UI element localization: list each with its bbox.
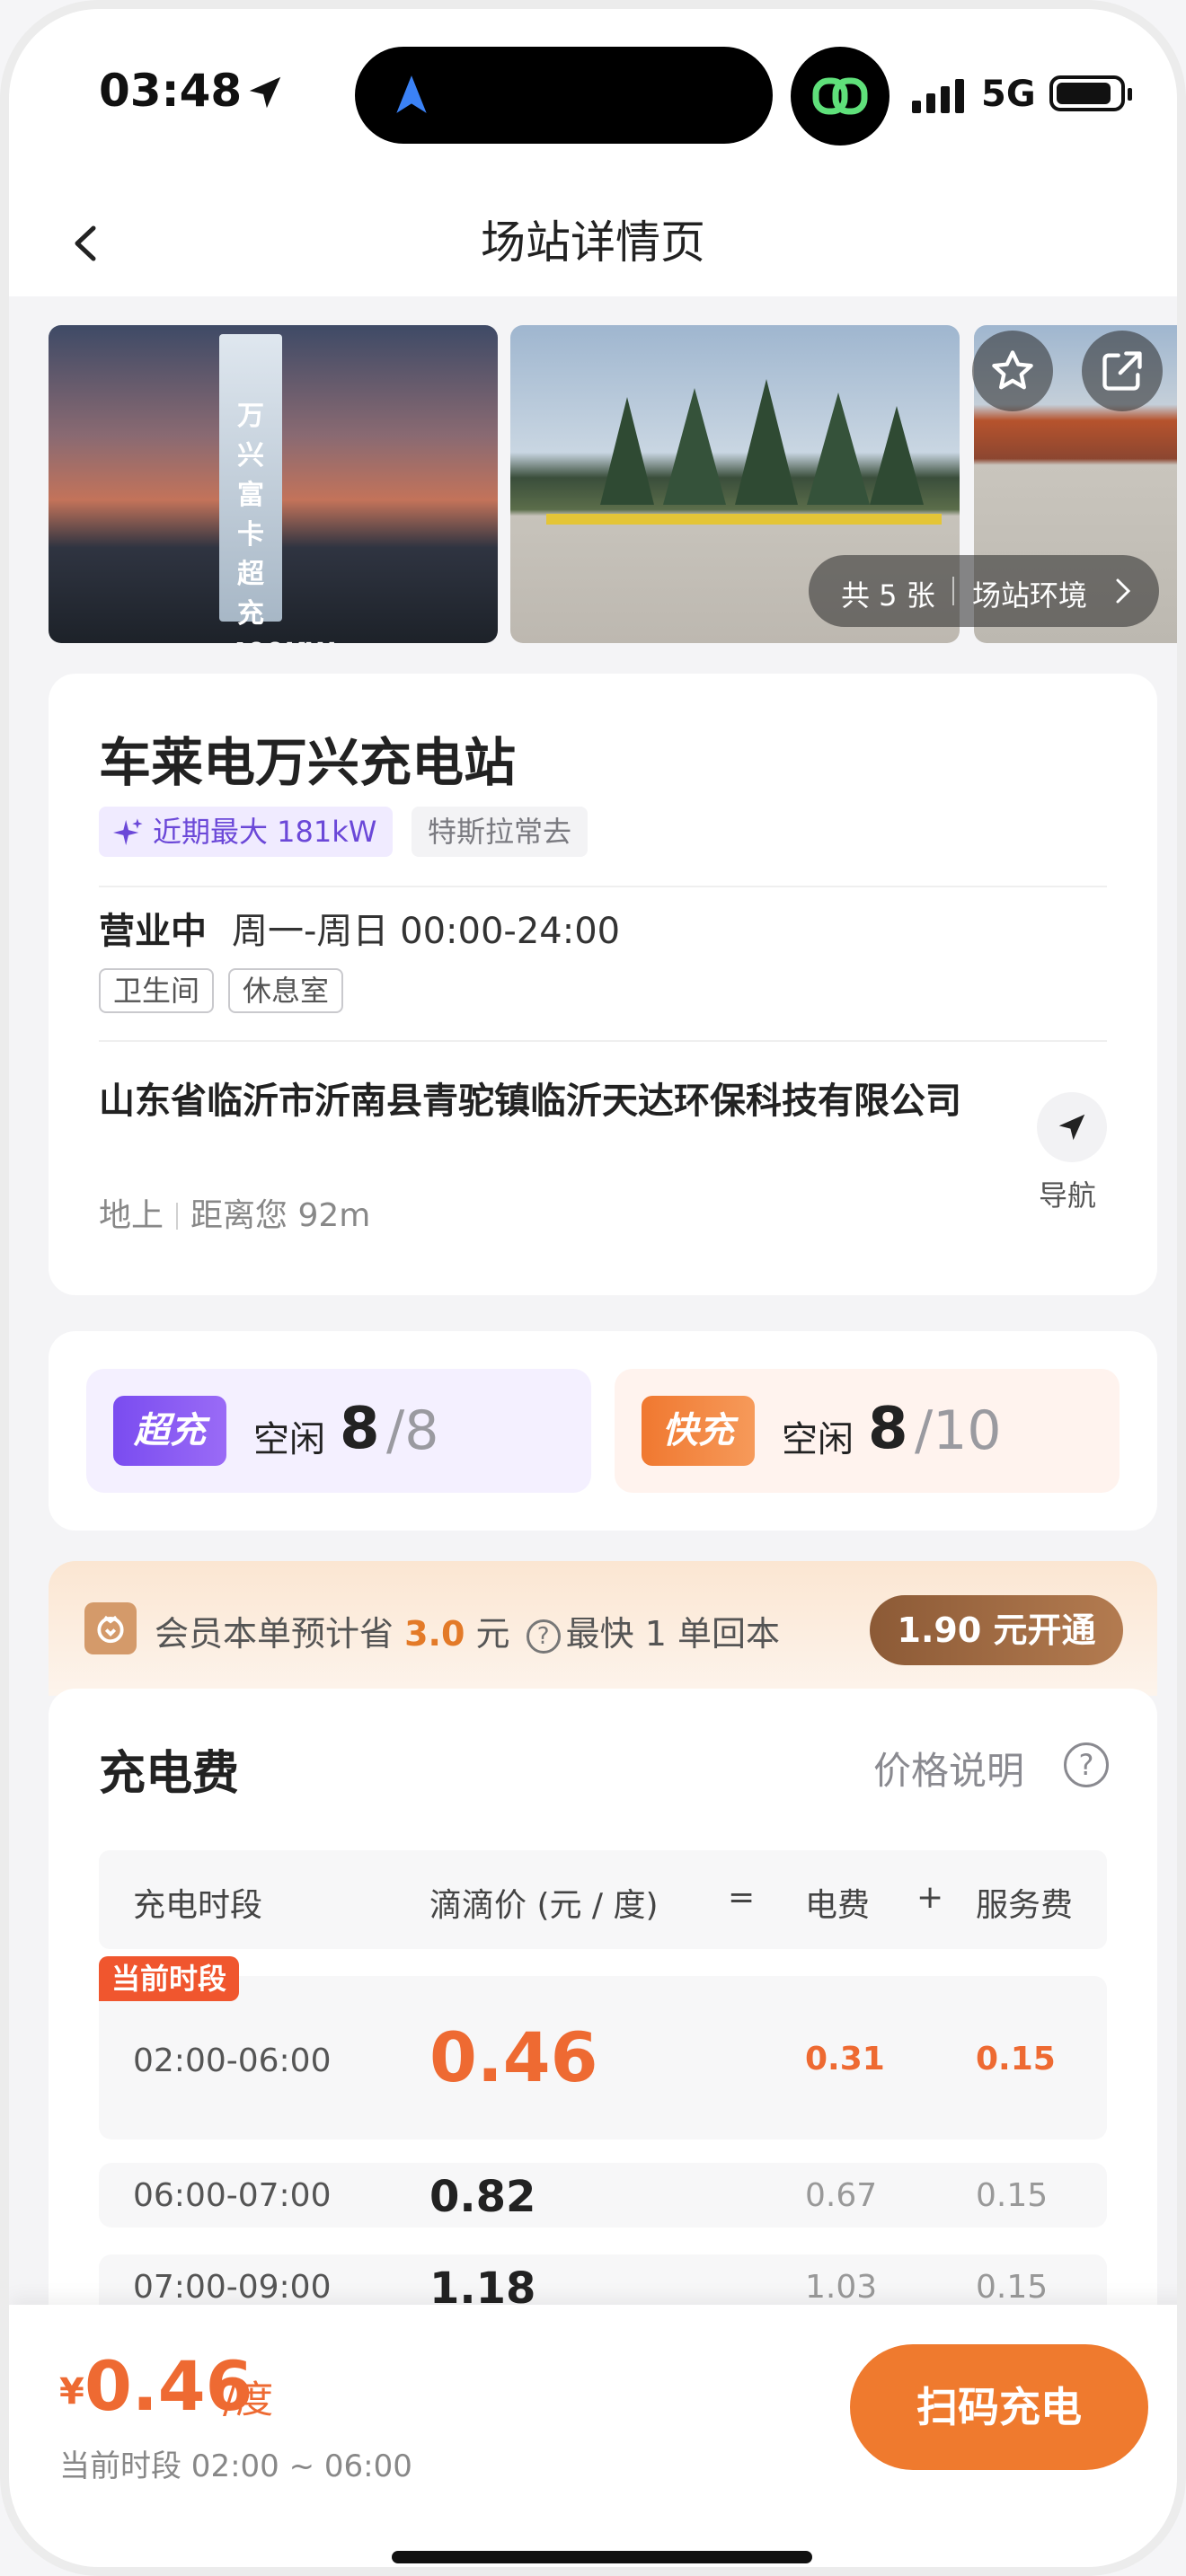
address-meta: 地上 距离您 92m: [99, 1189, 370, 1236]
signal-icon: [912, 79, 964, 113]
fast-idle-count: 8: [868, 1396, 908, 1462]
member-savings-amount: 3.0: [404, 1614, 465, 1654]
row-service-fee: 0.15: [976, 2041, 1056, 2078]
share-icon: [1102, 351, 1142, 391]
idle-label: 空闲: [782, 1419, 854, 1460]
price-note-link[interactable]: 价格说明: [873, 1741, 1024, 1795]
row-total-price: 0.46: [429, 2017, 598, 2097]
location-arrow-icon: [249, 76, 281, 109]
station-photo-sign[interactable]: 万兴 富卡超充 400KW: [49, 325, 498, 643]
charger-availability-card: 超充 空闲 8 /8 快充 空闲 8 /10: [49, 1331, 1157, 1531]
sparkle-icon: [113, 818, 143, 846]
super-charge-badge: 超充: [113, 1396, 226, 1466]
member-activate-button[interactable]: 1.90 元开通: [870, 1595, 1123, 1665]
header-service: 服务费: [976, 1887, 1074, 1924]
header-period: 充电时段: [133, 1887, 263, 1924]
member-payback: 最快 1 单回本: [565, 1614, 780, 1654]
parking-line: [546, 514, 942, 525]
member-text-prefix: 会员本单预计省: [155, 1614, 394, 1654]
fee-title: 充电费: [99, 1747, 240, 1801]
fast-charger-box[interactable]: 快充 空闲 8 /10: [615, 1369, 1120, 1493]
open-status: 营业中: [99, 911, 207, 952]
max-power-tag: 近期最大 181kW: [99, 807, 394, 857]
meta-divider: [176, 1203, 179, 1230]
help-icon[interactable]: ?: [1064, 1742, 1109, 1787]
status-time: 03:48: [99, 65, 243, 117]
divider: [99, 886, 1107, 887]
fast-total-count: /10: [915, 1399, 1002, 1462]
divider: [99, 1040, 1107, 1042]
network-type: 5G: [981, 74, 1036, 115]
row-service-fee: 0.15: [976, 2269, 1049, 2306]
row-total-price: 0.82: [429, 2172, 536, 2222]
bottom-action-bar: ¥ 0.46 /度 当前时段 02:00 ~ 06:00 扫码充电: [9, 2305, 1177, 2567]
price-unit: /度: [223, 2378, 274, 2422]
header-total: 滴滴价 (元 / 度): [429, 1887, 659, 1924]
trees-graphic: [600, 379, 924, 505]
facility-tag-lounge: 休息室: [228, 968, 344, 1013]
idle-label: 空闲: [253, 1419, 325, 1460]
row-electricity-fee: 0.67: [805, 2177, 878, 2214]
row-period: 06:00-07:00: [133, 2177, 332, 2214]
sign-text: 万兴 富卡超充 400KW: [228, 401, 335, 643]
member-banner: 会员本单预计省 3.0 元 ? 最快 1 单回本 1.90 元开通: [49, 1561, 1157, 1696]
current-period-label: 当前时段 02:00 ~ 06:00: [59, 2448, 412, 2484]
navigate-button[interactable]: [1037, 1092, 1107, 1162]
max-power-label: 近期最大 181kW: [153, 815, 377, 849]
super-total-count: /8: [386, 1399, 439, 1462]
current-period-tag: 当前时段: [99, 1956, 240, 2001]
dynamic-island: [355, 47, 773, 144]
favorite-button[interactable]: [972, 331, 1053, 411]
row-electricity-fee: 0.31: [805, 2041, 885, 2078]
status-bar: 03:48 5G: [9, 9, 1177, 189]
phone-screen: 03:48 5G 场站详情页 万兴 富卡超充 共 5 张 场站环境 车莱电万兴充…: [0, 0, 1186, 2576]
gallery-info-pill[interactable]: 共 5 张 场站环境: [809, 555, 1159, 627]
member-savings-text: 会员本单预计省 3.0 元 ? 最快 1 单回本: [155, 1606, 780, 1655]
fee-table-header: 充电时段 滴滴价 (元 / 度) = 电费 + 服务费: [99, 1850, 1107, 1949]
live-activity-app-icon: [791, 47, 890, 146]
station-name: 车莱电万兴充电站: [99, 732, 517, 793]
navigation-bar: 场站详情页: [9, 189, 1177, 296]
business-hours: 周一-周日 00:00-24:00: [232, 911, 621, 952]
station-address: 山东省临沂市沂南县青驼镇临沂天达环保科技有限公司: [99, 1081, 961, 1122]
station-env-link: 场站环境: [972, 578, 1088, 613]
row-service-fee: 0.15: [976, 2177, 1049, 2214]
link-rings-icon: [812, 77, 868, 115]
photo-count: 共 5 张: [841, 578, 935, 613]
share-button[interactable]: [1082, 331, 1163, 411]
row-electricity-fee: 1.03: [805, 2269, 878, 2306]
member-bag-icon: [84, 1602, 137, 1654]
home-indicator[interactable]: [392, 2551, 812, 2563]
table-row: 当前时段 02:00-06:00 0.46 0.31 0.15: [99, 1956, 1107, 2139]
super-idle-count: 8: [340, 1396, 380, 1462]
navigate-label[interactable]: 导航: [1039, 1173, 1096, 1214]
table-row: 06:00-07:00 0.82 0.67 0.15: [99, 2163, 1107, 2228]
facility-tag-restroom: 卫生间: [99, 968, 215, 1013]
help-icon[interactable]: ?: [526, 1619, 561, 1654]
pill-divider: [952, 577, 954, 605]
charging-fee-card: 充电费 价格说明 ? 充电时段 滴滴价 (元 / 度) = 电费 + 服务费 当…: [49, 1689, 1157, 2319]
row-period: 07:00-09:00: [133, 2269, 332, 2306]
member-savings-unit: 元: [475, 1614, 510, 1654]
floor-label: 地上: [99, 1197, 164, 1234]
tesla-frequent-tag: 特斯拉常去: [412, 807, 589, 857]
scan-charge-button[interactable]: 扫码充电: [850, 2344, 1148, 2470]
distance-label: 距离您 92m: [190, 1197, 371, 1234]
navigation-arrow-icon: [1058, 1114, 1085, 1141]
super-charger-box[interactable]: 超充 空闲 8 /8: [86, 1369, 591, 1493]
star-icon: [992, 350, 1033, 390]
row-period: 02:00-06:00: [133, 2042, 332, 2079]
station-info-card: 车莱电万兴充电站 近期最大 181kW 特斯拉常去 营业中 周一-周日 00:0…: [49, 674, 1157, 1295]
navigation-arrow-icon: [396, 75, 427, 113]
header-plus: +: [916, 1879, 944, 1916]
fast-charge-badge: 快充: [642, 1396, 755, 1466]
price-currency: ¥: [59, 2371, 84, 2413]
page-title: 场站详情页: [481, 216, 705, 269]
header-electricity: 电费: [805, 1887, 871, 1924]
battery-icon: [1049, 75, 1132, 111]
header-equals: =: [728, 1879, 756, 1916]
chevron-right-icon: [1116, 578, 1131, 604]
